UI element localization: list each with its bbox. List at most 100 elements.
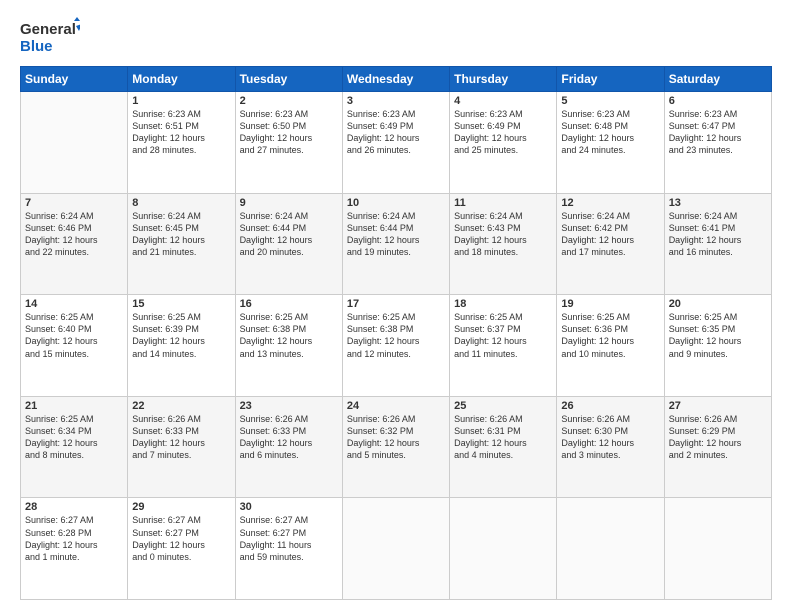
day-info: Sunrise: 6:25 AM Sunset: 6:35 PM Dayligh…: [669, 311, 767, 360]
col-header-friday: Friday: [557, 67, 664, 92]
calendar-cell: [342, 498, 449, 600]
day-number: 17: [347, 298, 445, 310]
day-number: 22: [132, 400, 230, 412]
logo-svg: General Blue: [20, 16, 80, 56]
day-info: Sunrise: 6:23 AM Sunset: 6:49 PM Dayligh…: [454, 108, 552, 157]
calendar-cell: 14Sunrise: 6:25 AM Sunset: 6:40 PM Dayli…: [21, 295, 128, 397]
page: General Blue SundayMondayTuesdayWednesda…: [0, 0, 792, 612]
day-info: Sunrise: 6:26 AM Sunset: 6:33 PM Dayligh…: [132, 413, 230, 462]
day-info: Sunrise: 6:26 AM Sunset: 6:32 PM Dayligh…: [347, 413, 445, 462]
day-number: 29: [132, 501, 230, 513]
calendar-cell: 16Sunrise: 6:25 AM Sunset: 6:38 PM Dayli…: [235, 295, 342, 397]
calendar-cell: [664, 498, 771, 600]
calendar-cell: [450, 498, 557, 600]
calendar-cell: 19Sunrise: 6:25 AM Sunset: 6:36 PM Dayli…: [557, 295, 664, 397]
col-header-sunday: Sunday: [21, 67, 128, 92]
calendar-cell: 3Sunrise: 6:23 AM Sunset: 6:49 PM Daylig…: [342, 92, 449, 194]
week-row-1: 1Sunrise: 6:23 AM Sunset: 6:51 PM Daylig…: [21, 92, 772, 194]
day-info: Sunrise: 6:26 AM Sunset: 6:33 PM Dayligh…: [240, 413, 338, 462]
calendar-table: SundayMondayTuesdayWednesdayThursdayFrid…: [20, 66, 772, 600]
day-info: Sunrise: 6:25 AM Sunset: 6:38 PM Dayligh…: [347, 311, 445, 360]
calendar-cell: 25Sunrise: 6:26 AM Sunset: 6:31 PM Dayli…: [450, 396, 557, 498]
day-number: 27: [669, 400, 767, 412]
week-row-2: 7Sunrise: 6:24 AM Sunset: 6:46 PM Daylig…: [21, 193, 772, 295]
calendar-cell: [21, 92, 128, 194]
col-header-thursday: Thursday: [450, 67, 557, 92]
day-number: 14: [25, 298, 123, 310]
calendar-cell: 24Sunrise: 6:26 AM Sunset: 6:32 PM Dayli…: [342, 396, 449, 498]
day-info: Sunrise: 6:24 AM Sunset: 6:44 PM Dayligh…: [347, 210, 445, 259]
day-number: 16: [240, 298, 338, 310]
day-info: Sunrise: 6:23 AM Sunset: 6:49 PM Dayligh…: [347, 108, 445, 157]
calendar-cell: 2Sunrise: 6:23 AM Sunset: 6:50 PM Daylig…: [235, 92, 342, 194]
day-number: 23: [240, 400, 338, 412]
day-info: Sunrise: 6:27 AM Sunset: 6:27 PM Dayligh…: [240, 514, 338, 563]
col-header-wednesday: Wednesday: [342, 67, 449, 92]
day-number: 19: [561, 298, 659, 310]
day-number: 1: [132, 95, 230, 107]
calendar-cell: 23Sunrise: 6:26 AM Sunset: 6:33 PM Dayli…: [235, 396, 342, 498]
day-number: 7: [25, 197, 123, 209]
day-info: Sunrise: 6:24 AM Sunset: 6:43 PM Dayligh…: [454, 210, 552, 259]
day-number: 26: [561, 400, 659, 412]
day-info: Sunrise: 6:26 AM Sunset: 6:30 PM Dayligh…: [561, 413, 659, 462]
calendar-cell: 27Sunrise: 6:26 AM Sunset: 6:29 PM Dayli…: [664, 396, 771, 498]
week-row-3: 14Sunrise: 6:25 AM Sunset: 6:40 PM Dayli…: [21, 295, 772, 397]
day-number: 15: [132, 298, 230, 310]
day-number: 25: [454, 400, 552, 412]
calendar-cell: 15Sunrise: 6:25 AM Sunset: 6:39 PM Dayli…: [128, 295, 235, 397]
day-info: Sunrise: 6:24 AM Sunset: 6:44 PM Dayligh…: [240, 210, 338, 259]
header: General Blue: [20, 16, 772, 56]
day-info: Sunrise: 6:26 AM Sunset: 6:31 PM Dayligh…: [454, 413, 552, 462]
calendar-cell: 26Sunrise: 6:26 AM Sunset: 6:30 PM Dayli…: [557, 396, 664, 498]
day-info: Sunrise: 6:23 AM Sunset: 6:47 PM Dayligh…: [669, 108, 767, 157]
day-number: 8: [132, 197, 230, 209]
day-info: Sunrise: 6:23 AM Sunset: 6:50 PM Dayligh…: [240, 108, 338, 157]
day-info: Sunrise: 6:25 AM Sunset: 6:40 PM Dayligh…: [25, 311, 123, 360]
day-info: Sunrise: 6:23 AM Sunset: 6:51 PM Dayligh…: [132, 108, 230, 157]
calendar-cell: [557, 498, 664, 600]
day-info: Sunrise: 6:27 AM Sunset: 6:28 PM Dayligh…: [25, 514, 123, 563]
calendar-cell: 13Sunrise: 6:24 AM Sunset: 6:41 PM Dayli…: [664, 193, 771, 295]
day-info: Sunrise: 6:24 AM Sunset: 6:42 PM Dayligh…: [561, 210, 659, 259]
calendar-cell: 28Sunrise: 6:27 AM Sunset: 6:28 PM Dayli…: [21, 498, 128, 600]
calendar-header-row: SundayMondayTuesdayWednesdayThursdayFrid…: [21, 67, 772, 92]
day-number: 30: [240, 501, 338, 513]
day-info: Sunrise: 6:24 AM Sunset: 6:45 PM Dayligh…: [132, 210, 230, 259]
day-info: Sunrise: 6:25 AM Sunset: 6:37 PM Dayligh…: [454, 311, 552, 360]
day-number: 24: [347, 400, 445, 412]
calendar-cell: 4Sunrise: 6:23 AM Sunset: 6:49 PM Daylig…: [450, 92, 557, 194]
svg-text:General: General: [20, 21, 76, 38]
day-number: 13: [669, 197, 767, 209]
calendar-cell: 10Sunrise: 6:24 AM Sunset: 6:44 PM Dayli…: [342, 193, 449, 295]
col-header-tuesday: Tuesday: [235, 67, 342, 92]
calendar-cell: 9Sunrise: 6:24 AM Sunset: 6:44 PM Daylig…: [235, 193, 342, 295]
day-number: 9: [240, 197, 338, 209]
day-number: 21: [25, 400, 123, 412]
week-row-4: 21Sunrise: 6:25 AM Sunset: 6:34 PM Dayli…: [21, 396, 772, 498]
calendar-cell: 22Sunrise: 6:26 AM Sunset: 6:33 PM Dayli…: [128, 396, 235, 498]
calendar-cell: 7Sunrise: 6:24 AM Sunset: 6:46 PM Daylig…: [21, 193, 128, 295]
day-info: Sunrise: 6:24 AM Sunset: 6:46 PM Dayligh…: [25, 210, 123, 259]
day-info: Sunrise: 6:23 AM Sunset: 6:48 PM Dayligh…: [561, 108, 659, 157]
calendar-cell: 21Sunrise: 6:25 AM Sunset: 6:34 PM Dayli…: [21, 396, 128, 498]
calendar-cell: 29Sunrise: 6:27 AM Sunset: 6:27 PM Dayli…: [128, 498, 235, 600]
day-number: 10: [347, 197, 445, 209]
day-number: 5: [561, 95, 659, 107]
calendar-cell: 1Sunrise: 6:23 AM Sunset: 6:51 PM Daylig…: [128, 92, 235, 194]
day-info: Sunrise: 6:27 AM Sunset: 6:27 PM Dayligh…: [132, 514, 230, 563]
calendar-cell: 5Sunrise: 6:23 AM Sunset: 6:48 PM Daylig…: [557, 92, 664, 194]
calendar-cell: 11Sunrise: 6:24 AM Sunset: 6:43 PM Dayli…: [450, 193, 557, 295]
day-info: Sunrise: 6:25 AM Sunset: 6:38 PM Dayligh…: [240, 311, 338, 360]
day-info: Sunrise: 6:25 AM Sunset: 6:39 PM Dayligh…: [132, 311, 230, 360]
calendar-cell: 30Sunrise: 6:27 AM Sunset: 6:27 PM Dayli…: [235, 498, 342, 600]
day-number: 18: [454, 298, 552, 310]
calendar-cell: 20Sunrise: 6:25 AM Sunset: 6:35 PM Dayli…: [664, 295, 771, 397]
day-info: Sunrise: 6:24 AM Sunset: 6:41 PM Dayligh…: [669, 210, 767, 259]
day-number: 28: [25, 501, 123, 513]
day-number: 12: [561, 197, 659, 209]
col-header-monday: Monday: [128, 67, 235, 92]
svg-text:Blue: Blue: [20, 38, 53, 55]
day-info: Sunrise: 6:25 AM Sunset: 6:34 PM Dayligh…: [25, 413, 123, 462]
day-number: 4: [454, 95, 552, 107]
